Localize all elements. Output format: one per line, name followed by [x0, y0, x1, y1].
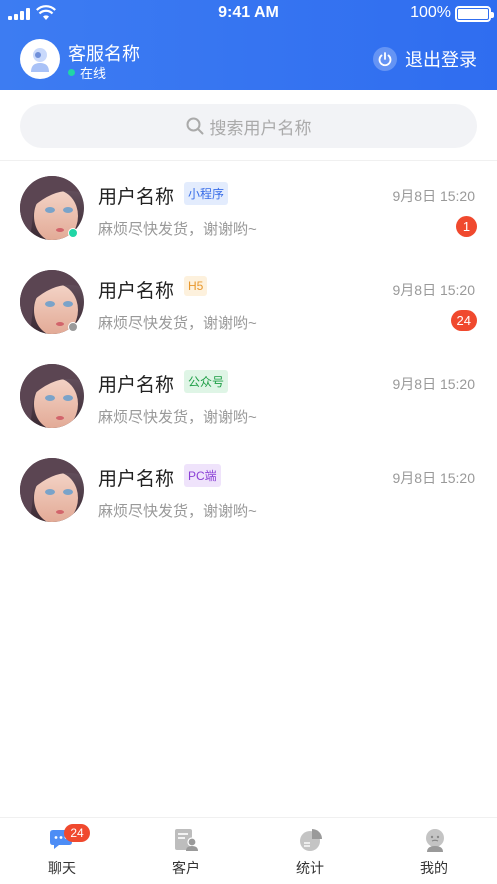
tab-customers[interactable]: 客户 — [124, 818, 248, 884]
message-time: 9月8日 15:20 — [392, 188, 476, 204]
user-name: 用户名称 — [98, 187, 175, 208]
message-time: 9月8日 15:20 — [392, 376, 476, 392]
user-avatar — [20, 364, 84, 428]
power-icon — [373, 47, 397, 71]
message-time: 9月8日 15:20 — [392, 470, 476, 486]
tab-chat[interactable]: 24 聊天 — [0, 818, 124, 884]
last-message: 麻烦尽快发货，谢谢哟~ — [98, 315, 257, 332]
unread-badge: 24 — [450, 310, 477, 331]
last-message: 麻烦尽快发货，谢谢哟~ — [98, 409, 257, 426]
unread-badge: 1 — [456, 216, 477, 237]
user-name: 用户名称 — [98, 281, 175, 302]
conversation-list: 用户名称 小程序 9月8日 15:20 麻烦尽快发货，谢谢哟~ 1 用户名称 H… — [0, 162, 497, 538]
message-time: 9月8日 15:20 — [392, 282, 476, 298]
user-avatar — [20, 458, 84, 522]
tab-label: 统计 — [296, 860, 324, 876]
last-message: 麻烦尽快发货，谢谢哟~ — [98, 221, 257, 238]
stats-icon — [300, 829, 322, 851]
logout-label: 退出登录 — [405, 50, 477, 70]
agent-avatar-icon — [31, 48, 49, 72]
channel-tag-miniprogram: 小程序 — [184, 182, 229, 205]
app-header: 9:41 AM 100% 客服名称 在线 退出登录 — [0, 0, 497, 90]
agent-status-label: 在线 — [80, 66, 107, 81]
presence-online-dot — [68, 228, 78, 238]
online-dot — [68, 69, 75, 76]
tab-label: 我的 — [420, 860, 448, 876]
logout-button[interactable]: 退出登录 — [373, 46, 477, 72]
conversation-item[interactable]: 用户名称 公众号 9月8日 15:20 麻烦尽快发货，谢谢哟~ — [0, 350, 497, 444]
conversation-item[interactable]: 用户名称 PC端 9月8日 15:20 麻烦尽快发货，谢谢哟~ — [0, 444, 497, 538]
user-name: 用户名称 — [98, 469, 175, 490]
chat-unread-badge: 24 — [64, 824, 90, 842]
tab-statistics[interactable]: 统计 — [248, 818, 372, 884]
profile-icon — [426, 829, 444, 852]
search-icon — [186, 117, 203, 135]
presence-offline-dot — [68, 322, 78, 332]
channel-tag-official-account: 公众号 — [184, 370, 229, 393]
conversation-item[interactable]: 用户名称 小程序 9月8日 15:20 麻烦尽快发货，谢谢哟~ 1 — [0, 162, 497, 256]
search-section: 搜索用户名称 — [0, 90, 497, 161]
tab-label: 客户 — [172, 860, 200, 876]
agent-avatar[interactable] — [20, 39, 60, 79]
search-placeholder: 搜索用户名称 — [209, 118, 312, 138]
agent-status: 在线 — [68, 63, 106, 82]
battery-icon — [455, 6, 494, 22]
tab-profile[interactable]: 我的 — [372, 818, 496, 884]
conversation-item[interactable]: 用户名称 H5 9月8日 15:20 麻烦尽快发货，谢谢哟~ 24 — [0, 256, 497, 350]
user-name: 用户名称 — [98, 375, 175, 396]
status-bar: 9:41 AM 100% — [0, 0, 497, 26]
channel-tag-pc: PC端 — [184, 464, 221, 487]
customer-icon — [175, 829, 198, 851]
tab-label: 聊天 — [48, 860, 76, 876]
battery-percent: 100% — [410, 4, 451, 21]
channel-tag-h5: H5 — [184, 276, 208, 296]
bottom-tab-bar: 24 聊天 客户 统计 我的 — [0, 817, 497, 883]
last-message: 麻烦尽快发货，谢谢哟~ — [98, 503, 257, 520]
search-input[interactable]: 搜索用户名称 — [20, 104, 477, 148]
